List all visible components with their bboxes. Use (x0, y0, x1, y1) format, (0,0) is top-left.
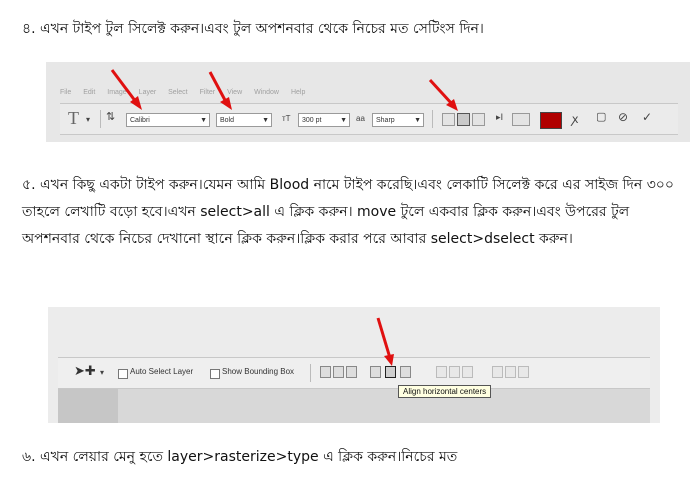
auto-select-checkbox[interactable] (118, 369, 128, 379)
type-tool-icon[interactable]: T (68, 108, 79, 129)
distribute-top-button[interactable] (436, 366, 447, 378)
tools-panel (58, 389, 118, 423)
font-size-icon: ᴛT (282, 114, 291, 123)
font-family-select[interactable]: Calibri ▼ (126, 113, 210, 127)
menu-help[interactable]: Help (291, 89, 305, 96)
chevron-down-icon: ▼ (340, 117, 347, 124)
warp-text-icon[interactable]: ▸I (496, 113, 503, 123)
align-right-edges-button[interactable] (400, 366, 411, 378)
canvas-area (58, 389, 650, 423)
arrow-icon (208, 71, 232, 110)
arrow-icon (110, 69, 142, 110)
menu-select[interactable]: Select (168, 89, 187, 96)
commit-icon[interactable]: ✓ (642, 110, 652, 124)
antialias-value: Sharp (376, 117, 395, 124)
menu-file[interactable]: File (60, 89, 71, 96)
type-options-bar: T ▾ ⇅ Calibri ▼ Bold ▼ ᴛT 300 pt ▼ aa Sh… (60, 103, 678, 135)
font-style-select[interactable]: Bold ▼ (216, 113, 272, 127)
dropdown-arrow-icon[interactable]: ▾ (86, 115, 90, 124)
distribute-bottom-button[interactable] (462, 366, 473, 378)
chevron-down-icon: ▼ (414, 117, 421, 124)
chevron-down-icon: ▼ (200, 117, 207, 124)
menu-edit[interactable]: Edit (83, 89, 95, 96)
antialias-select[interactable]: Sharp ▼ (372, 113, 424, 127)
arrow-icon (428, 78, 458, 111)
align-center-button[interactable] (457, 113, 470, 126)
warp-icon[interactable]: ꭗ (572, 110, 578, 127)
panel-icon[interactable]: ▢ (596, 110, 606, 123)
cancel-icon[interactable]: ⊘ (618, 110, 628, 124)
distribute-horizontal-centers-button[interactable] (505, 366, 516, 378)
menu-window[interactable]: Window (254, 89, 279, 96)
distribute-left-button[interactable] (492, 366, 503, 378)
align-right-button[interactable] (472, 113, 485, 126)
align-vertical-centers-button[interactable] (333, 366, 344, 378)
move-options-bar: ➤✚ ▾ Auto Select Layer Show Bounding Box (58, 357, 650, 389)
arrow-icon (376, 317, 394, 366)
font-size-value: 300 pt (302, 117, 322, 124)
separator (310, 364, 311, 382)
move-tool-screenshot: ➤✚ ▾ Auto Select Layer Show Bounding Box (48, 307, 660, 423)
bounding-box-checkbox[interactable] (210, 369, 220, 379)
auto-select-label: Auto Select Layer (130, 367, 194, 376)
font-family-value: Calibri (130, 117, 150, 124)
dropdown-arrow-icon[interactable]: ▾ (100, 368, 104, 377)
menu-bar: File Edit Image Layer Select Filter View… (60, 89, 678, 102)
tooltip: Align horizontal centers (398, 385, 492, 398)
font-style-value: Bold (220, 117, 235, 124)
character-panel-button[interactable] (512, 113, 530, 126)
bounding-box-label: Show Bounding Box (222, 367, 295, 376)
separator (100, 110, 101, 128)
step-4-text: ৪. এখন টাইপ টুল সিলেক্ট করুন।এবং টুল অপশ… (22, 21, 484, 37)
move-tool-icon[interactable]: ➤✚ (74, 364, 96, 379)
step-6-text: ৬. এখন লেয়ার মেনু হতে layer>rasterize>t… (22, 449, 458, 465)
align-bottom-button[interactable] (346, 366, 357, 378)
distribute-right-button[interactable] (518, 366, 529, 378)
antialias-icon: aa (356, 114, 365, 123)
chevron-down-icon: ▼ (262, 117, 269, 124)
align-top-button[interactable] (320, 366, 331, 378)
distribute-vertical-centers-button[interactable] (449, 366, 460, 378)
align-left-button[interactable] (442, 113, 455, 126)
font-size-select[interactable]: 300 pt ▼ (298, 113, 350, 127)
text-color-swatch[interactable] (540, 112, 562, 129)
step-5-text: ৫. এখন কিছু একটা টাইপ করুন।যেমন আমি Bloo… (22, 177, 675, 247)
